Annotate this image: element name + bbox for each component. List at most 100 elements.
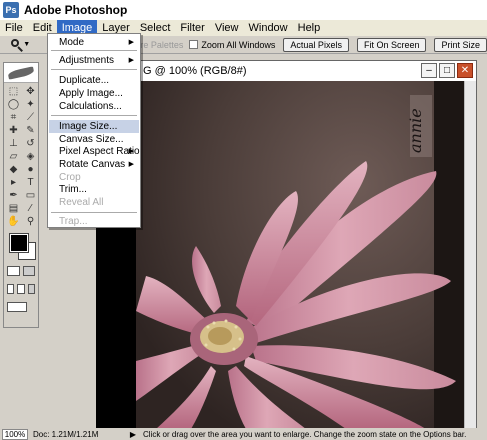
menu-row-label: Crop bbox=[59, 172, 81, 183]
full-screen-menu-icon[interactable] bbox=[17, 284, 25, 294]
menu-file[interactable]: File bbox=[0, 20, 28, 36]
marquee-tool-icon[interactable]: ⬚ bbox=[6, 86, 21, 97]
flower-image: annie bbox=[96, 81, 464, 429]
document-titlebar[interactable]: G @ 100% (RGB/8#) – □ ✕ bbox=[140, 61, 476, 81]
menu-row-adjustments[interactable]: Adjustments ▶ bbox=[49, 54, 139, 67]
type-tool-icon[interactable]: T bbox=[23, 177, 38, 188]
healing-brush-tool-icon[interactable]: ✚ bbox=[6, 125, 21, 136]
document-title: G @ 100% (RGB/8#) bbox=[143, 65, 247, 77]
chevron-down-icon[interactable]: ▼ bbox=[23, 41, 30, 48]
menu-row-apply-image[interactable]: Apply Image... bbox=[49, 87, 139, 100]
history-brush-tool-icon[interactable]: ↺ bbox=[23, 138, 38, 149]
minimize-icon[interactable]: – bbox=[421, 63, 437, 78]
lasso-tool-icon[interactable]: ◯ bbox=[6, 99, 21, 110]
menu-filter[interactable]: Filter bbox=[175, 20, 209, 36]
menu-row-label: Mode bbox=[59, 37, 85, 48]
menu-separator bbox=[51, 69, 137, 70]
menu-row-label: Trap... bbox=[59, 216, 88, 227]
blur-tool-icon[interactable]: ◆ bbox=[6, 164, 21, 175]
menu-row-label: Calculations... bbox=[59, 101, 122, 112]
notes-tool-icon[interactable]: ▤ bbox=[6, 203, 21, 214]
submenu-arrow-icon: ▶ bbox=[128, 39, 134, 46]
menu-separator bbox=[51, 50, 137, 51]
brush-tool-icon[interactable]: ✎ bbox=[23, 125, 38, 136]
actual-pixels-button[interactable]: Actual Pixels bbox=[283, 37, 349, 52]
quick-mask-mode-icon[interactable] bbox=[22, 266, 35, 276]
submenu-arrow-icon: ▶ bbox=[128, 161, 134, 168]
feather-icon bbox=[7, 65, 35, 80]
clone-stamp-tool-icon[interactable]: ⊥ bbox=[6, 138, 21, 149]
tool-grid: ⬚ ✥ ◯ ✦ ⌗ ⟋ ✚ ✎ ⊥ ↺ ▱ ◈ ◆ ● ▸ T ✒ ▭ ▤ ⁄ … bbox=[4, 83, 38, 230]
foreground-color-swatch[interactable] bbox=[9, 233, 29, 253]
screen-modes bbox=[4, 280, 38, 298]
menu-row-calculations[interactable]: Calculations... bbox=[49, 100, 139, 113]
hand-tool-icon[interactable]: ✋ bbox=[6, 216, 21, 227]
print-size-button[interactable]: Print Size bbox=[434, 37, 487, 52]
paint-bucket-tool-icon[interactable]: ◈ bbox=[23, 151, 38, 162]
menu-row-label: Rotate Canvas bbox=[59, 159, 126, 170]
menu-row-trap: Trap... bbox=[49, 215, 139, 228]
photoshop-icon: Ps bbox=[3, 2, 19, 18]
menu-row-label: Canvas Size... bbox=[59, 134, 124, 145]
menu-row-label: Pixel Aspect Ratio bbox=[59, 146, 140, 157]
window-buttons: – □ ✕ bbox=[421, 63, 473, 78]
fit-on-screen-button[interactable]: Fit On Screen bbox=[356, 37, 427, 52]
shape-tool-icon[interactable]: ▭ bbox=[23, 190, 38, 201]
image-menu-dropdown: Mode ▶ Adjustments ▶ Duplicate... Apply Im… bbox=[47, 33, 141, 228]
pen-tool-icon[interactable]: ✒ bbox=[6, 190, 21, 201]
toolbox: ⬚ ✥ ◯ ✦ ⌗ ⟋ ✚ ✎ ⊥ ↺ ▱ ◈ ◆ ● ▸ T ✒ ▭ ▤ ⁄ … bbox=[3, 62, 39, 328]
eyedropper-tool-icon[interactable]: ⁄ bbox=[23, 203, 38, 214]
standard-screen-icon[interactable] bbox=[7, 284, 15, 294]
crop-tool-icon[interactable]: ⌗ bbox=[6, 112, 21, 123]
status-hint: Click or drag over the area you want to … bbox=[143, 429, 467, 439]
full-screen-icon[interactable] bbox=[27, 284, 35, 294]
menu-row-label: Trim... bbox=[59, 184, 87, 195]
color-swatches bbox=[6, 233, 36, 262]
close-icon[interactable]: ✕ bbox=[457, 63, 473, 78]
magic-wand-tool-icon[interactable]: ✦ bbox=[23, 99, 38, 110]
menu-separator bbox=[51, 212, 137, 213]
app-title: Adobe Photoshop bbox=[24, 3, 128, 17]
menu-row-label: Adjustments bbox=[59, 55, 115, 66]
menu-row-rotate-canvas[interactable]: Rotate Canvas ▶ bbox=[49, 158, 139, 171]
menu-row-pixel-aspect-ratio[interactable]: Pixel Aspect Ratio ▶ bbox=[49, 145, 140, 158]
submenu-arrow-icon: ▶ bbox=[128, 148, 134, 155]
standard-mode-icon[interactable] bbox=[7, 266, 20, 276]
zoom-tool-icon[interactable]: ⚲ bbox=[23, 216, 38, 227]
document-canvas[interactable]: annie bbox=[96, 81, 464, 429]
menu-row-trim[interactable]: Trim... bbox=[49, 183, 139, 196]
slice-tool-icon[interactable]: ⟋ bbox=[23, 112, 38, 123]
vertical-scrollbar[interactable] bbox=[464, 81, 476, 429]
logo-text: annie bbox=[406, 108, 425, 153]
jump-to bbox=[4, 298, 38, 316]
menu-row-reveal-all: Reveal All bbox=[49, 196, 139, 209]
menu-separator bbox=[51, 115, 137, 116]
zoom-all-windows-checkbox[interactable]: Zoom All Windows bbox=[189, 40, 275, 50]
menu-window[interactable]: Window bbox=[244, 20, 293, 36]
maximize-icon[interactable]: □ bbox=[439, 63, 455, 78]
zoom-all-windows-label: Zoom All Windows bbox=[201, 39, 276, 50]
status-bar: 100% Doc: 1.21M/1.21M ▶ Click or drag ov… bbox=[0, 428, 487, 440]
zoom-icon[interactable] bbox=[9, 37, 23, 53]
flower-center bbox=[190, 313, 258, 365]
status-menu-arrow-icon[interactable]: ▶ bbox=[128, 430, 138, 439]
status-doc-size: Doc: 1.21M/1.21M bbox=[33, 429, 99, 439]
menu-view[interactable]: View bbox=[210, 20, 244, 36]
path-selection-tool-icon[interactable]: ▸ bbox=[6, 177, 21, 188]
menu-row-label: Image Size... bbox=[59, 121, 118, 132]
menu-row-duplicate[interactable]: Duplicate... bbox=[49, 74, 139, 87]
toolbox-header[interactable] bbox=[4, 63, 38, 83]
menu-help[interactable]: Help bbox=[293, 20, 326, 36]
menu-row-label: Reveal All bbox=[59, 197, 104, 208]
imageready-jump-icon[interactable] bbox=[7, 302, 27, 312]
menu-row-mode[interactable]: Mode ▶ bbox=[49, 36, 139, 49]
dodge-tool-icon[interactable]: ● bbox=[23, 164, 38, 175]
menu-row-label: Apply Image... bbox=[59, 88, 123, 99]
move-tool-icon[interactable]: ✥ bbox=[23, 86, 38, 97]
status-zoom-field[interactable]: 100% bbox=[2, 428, 28, 440]
menu-row-label: Duplicate... bbox=[59, 75, 110, 86]
submenu-arrow-icon: ▶ bbox=[128, 57, 134, 64]
mask-modes bbox=[4, 262, 38, 280]
menu-row-image-size[interactable]: Image Size... bbox=[49, 120, 139, 133]
eraser-tool-icon[interactable]: ▱ bbox=[6, 151, 21, 162]
